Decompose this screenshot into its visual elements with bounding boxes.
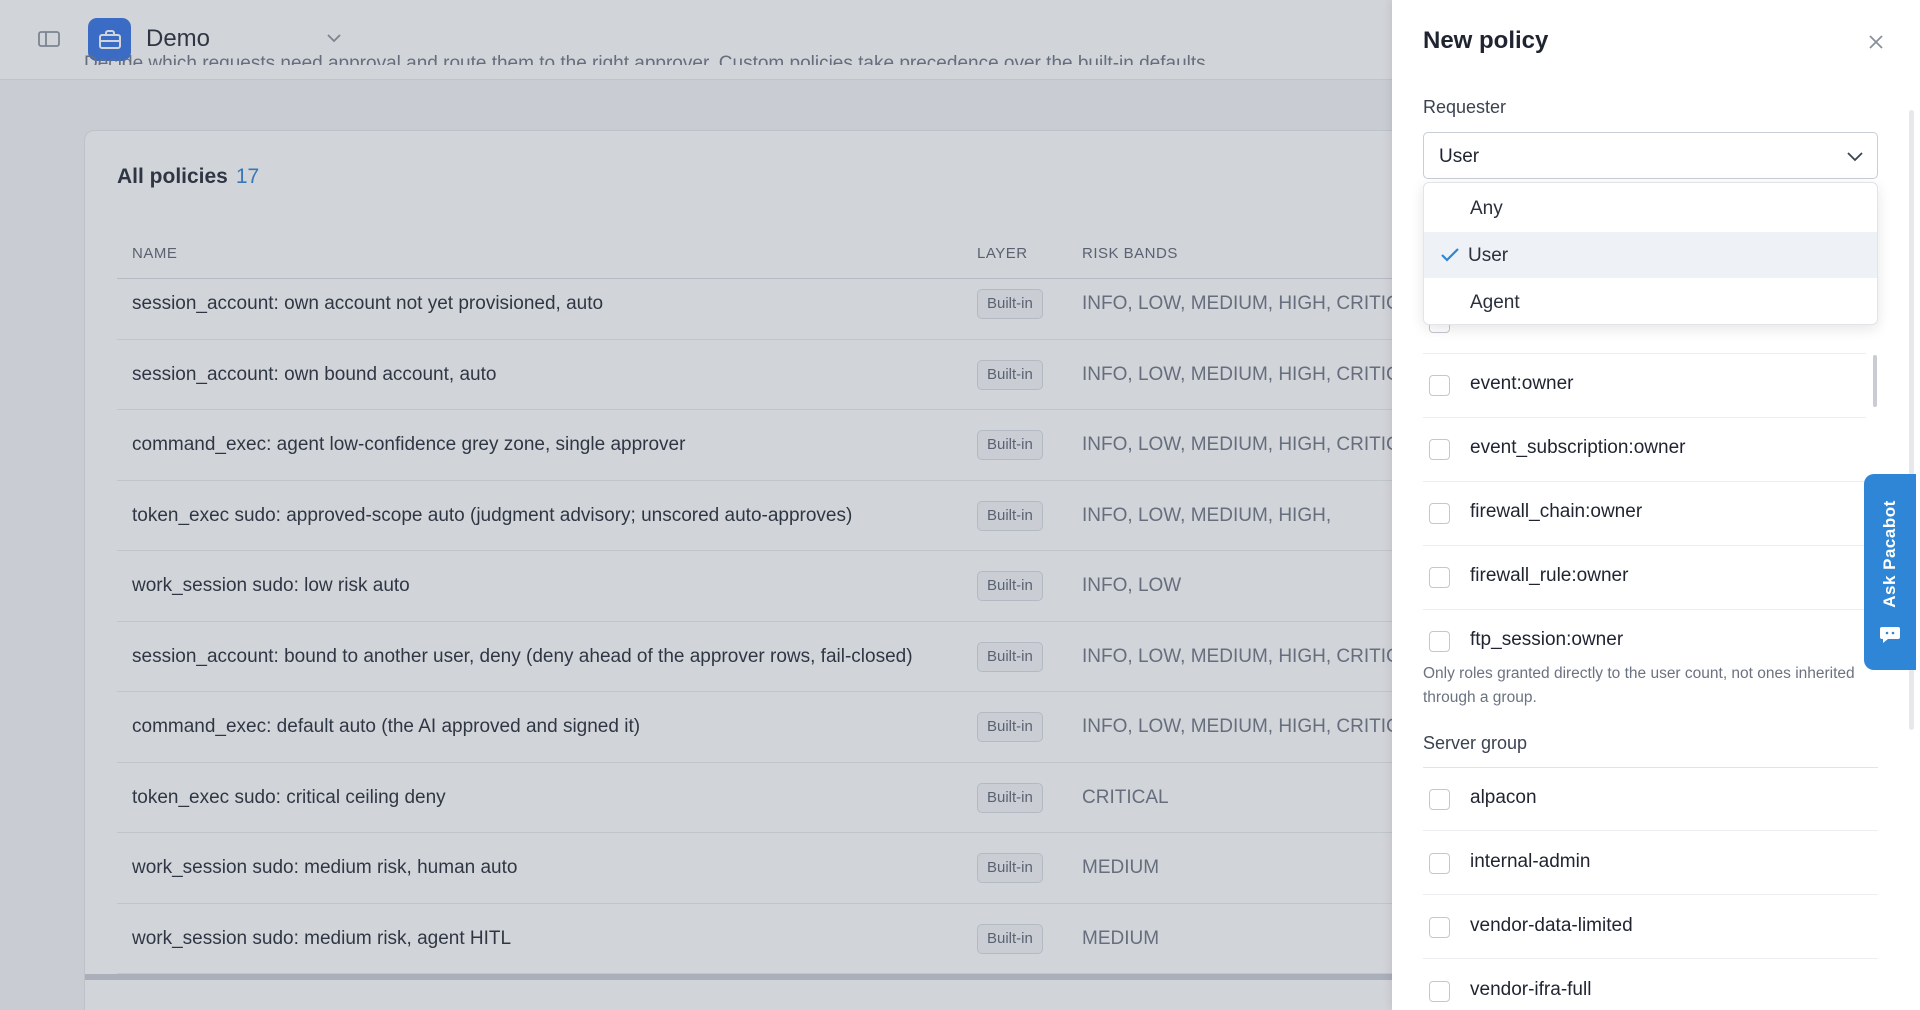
server-group-label: internal-admin xyxy=(1470,851,1591,872)
ask-pacabot-label: Ask Pacabot xyxy=(1880,500,1900,608)
checkbox[interactable] xyxy=(1429,631,1450,652)
option-any[interactable]: Any xyxy=(1424,185,1877,231)
server-group-label: vendor-ifra-full xyxy=(1470,979,1592,1000)
server-group-label: Server group xyxy=(1423,733,1528,753)
checkbox[interactable] xyxy=(1429,853,1450,874)
role-label: event_subscription:owner xyxy=(1470,437,1686,458)
requester-dropdown: Any User Agent xyxy=(1423,182,1878,325)
checkbox[interactable] xyxy=(1429,981,1450,1002)
chevron-down-icon xyxy=(1845,146,1865,166)
roles-list: event:owner event_subscription:owner fir… xyxy=(1423,300,1866,652)
option-agent[interactable]: Agent xyxy=(1424,279,1877,325)
role-item[interactable]: event:owner xyxy=(1423,354,1866,418)
server-group-item[interactable]: alpacon xyxy=(1423,767,1878,831)
modal-backdrop[interactable] xyxy=(0,0,1392,1010)
option-label: Any xyxy=(1470,198,1503,219)
checkbox[interactable] xyxy=(1429,375,1450,396)
checkbox[interactable] xyxy=(1429,503,1450,524)
checkbox[interactable] xyxy=(1429,789,1450,810)
requester-label: Requester xyxy=(1423,97,1507,117)
checkbox[interactable] xyxy=(1429,917,1450,938)
option-label: User xyxy=(1468,245,1509,266)
check-icon xyxy=(1440,246,1460,264)
option-user[interactable]: User xyxy=(1424,232,1877,278)
close-icon[interactable] xyxy=(1864,30,1888,54)
server-group-item[interactable]: internal-admin xyxy=(1423,831,1878,895)
roles-helper-text: Only roles granted directly to the user … xyxy=(1423,665,1855,706)
role-item[interactable]: ftp_session:owner xyxy=(1423,610,1866,652)
role-item[interactable]: firewall_rule:owner xyxy=(1423,546,1866,610)
server-group-item[interactable]: vendor-ifra-full xyxy=(1423,959,1878,1010)
roles-scrollbar[interactable] xyxy=(1873,355,1877,407)
role-item[interactable]: event_subscription:owner xyxy=(1423,418,1866,482)
server-group-label: alpacon xyxy=(1470,787,1537,808)
option-label: Agent xyxy=(1470,292,1520,313)
new-policy-drawer: New policy Requester User Any User Agent… xyxy=(1392,0,1920,1010)
server-group-label: vendor-data-limited xyxy=(1470,915,1633,936)
requester-value: User xyxy=(1439,146,1480,167)
server-group-item[interactable]: vendor-data-limited xyxy=(1423,895,1878,959)
role-label: firewall_rule:owner xyxy=(1470,565,1629,586)
drawer-title: New policy xyxy=(1423,27,1549,54)
role-label: event:owner xyxy=(1470,373,1574,394)
requester-select[interactable]: User xyxy=(1423,132,1878,179)
role-label: ftp_session:owner xyxy=(1470,629,1624,650)
ask-pacabot-button[interactable]: Ask Pacabot xyxy=(1864,474,1916,670)
role-item[interactable]: firewall_chain:owner xyxy=(1423,482,1866,546)
role-label: firewall_chain:owner xyxy=(1470,501,1643,522)
checkbox[interactable] xyxy=(1429,439,1450,460)
chat-bubble-icon xyxy=(1879,624,1901,644)
checkbox[interactable] xyxy=(1429,567,1450,588)
